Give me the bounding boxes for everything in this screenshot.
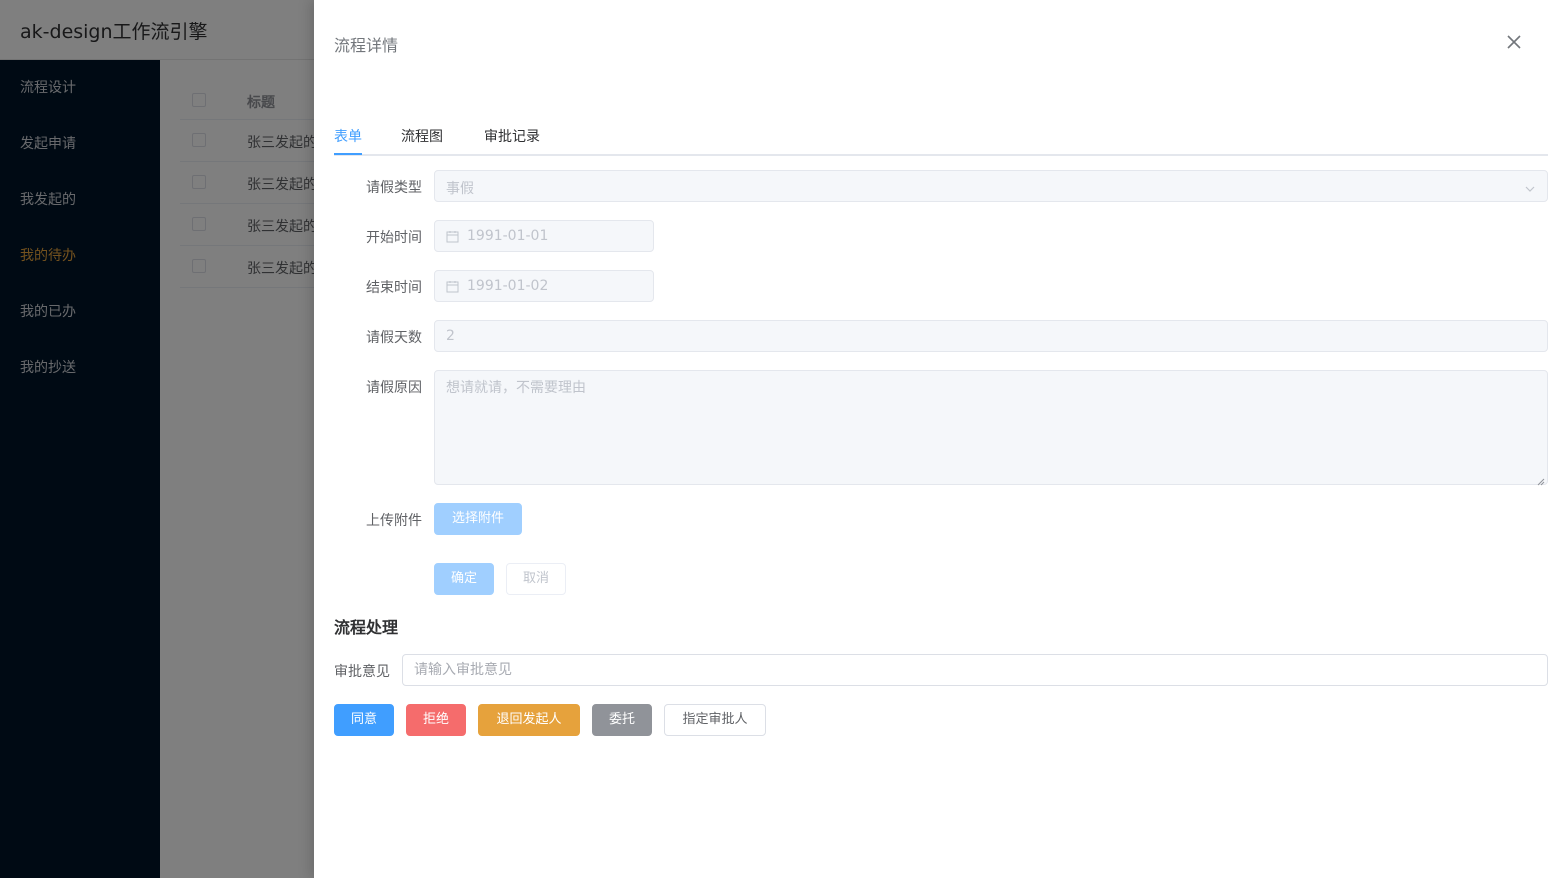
leave-days-value: 2 xyxy=(446,328,455,344)
agree-button[interactable]: 同意 xyxy=(334,704,394,736)
chevron-down-icon xyxy=(1525,182,1535,192)
process-detail-drawer: 流程详情 表单 流程图 审批记录 请假类型 事假 开始时间 1991-01-01… xyxy=(314,0,1568,878)
tab-bar: 表单 流程图 审批记录 xyxy=(334,120,1548,156)
start-time-label: 开始时间 xyxy=(366,230,422,246)
leave-days-label: 请假天数 xyxy=(366,330,422,346)
opinion-label: 审批意见 xyxy=(334,664,390,680)
opinion-input[interactable] xyxy=(403,655,1547,685)
leave-type-value: 事假 xyxy=(446,181,474,197)
reject-button[interactable]: 拒绝 xyxy=(406,704,466,736)
drawer-title: 流程详情 xyxy=(334,36,399,55)
tab-form[interactable]: 表单 xyxy=(334,126,362,146)
leave-reason-label: 请假原因 xyxy=(366,380,422,396)
calendar-icon xyxy=(446,280,459,293)
calendar-icon xyxy=(446,230,459,243)
start-date-value: 1991-01-01 xyxy=(467,228,549,244)
assign-approver-button[interactable]: 指定审批人 xyxy=(664,704,766,736)
close-icon[interactable] xyxy=(1504,32,1524,52)
end-date-value: 1991-01-02 xyxy=(467,278,549,294)
end-date-picker[interactable]: 1991-01-02 xyxy=(434,270,654,302)
confirm-button[interactable]: 确定 xyxy=(434,563,494,595)
start-date-picker[interactable]: 1991-01-01 xyxy=(434,220,654,252)
tab-approval-records[interactable]: 审批记录 xyxy=(484,126,540,146)
leave-days-input[interactable]: 2 xyxy=(434,320,1548,352)
opinion-field[interactable] xyxy=(402,654,1548,686)
tab-flowchart[interactable]: 流程图 xyxy=(401,126,443,146)
leave-reason-value: 想请就请，不需要理由 xyxy=(446,380,586,396)
leave-type-label: 请假类型 xyxy=(366,180,422,196)
resize-handle-icon[interactable] xyxy=(1537,474,1545,486)
end-time-label: 结束时间 xyxy=(366,280,422,296)
leave-type-select[interactable]: 事假 xyxy=(434,170,1548,202)
return-to-initiator-button[interactable]: 退回发起人 xyxy=(478,704,580,736)
attachment-label: 上传附件 xyxy=(366,513,422,529)
delegate-button[interactable]: 委托 xyxy=(592,704,652,736)
cancel-button[interactable]: 取消 xyxy=(506,563,566,595)
select-attachment-button[interactable]: 选择附件 xyxy=(434,503,522,535)
active-tab-indicator xyxy=(334,153,362,155)
leave-reason-textarea[interactable]: 想请就请，不需要理由 xyxy=(434,370,1548,486)
process-section-title: 流程处理 xyxy=(334,618,399,637)
